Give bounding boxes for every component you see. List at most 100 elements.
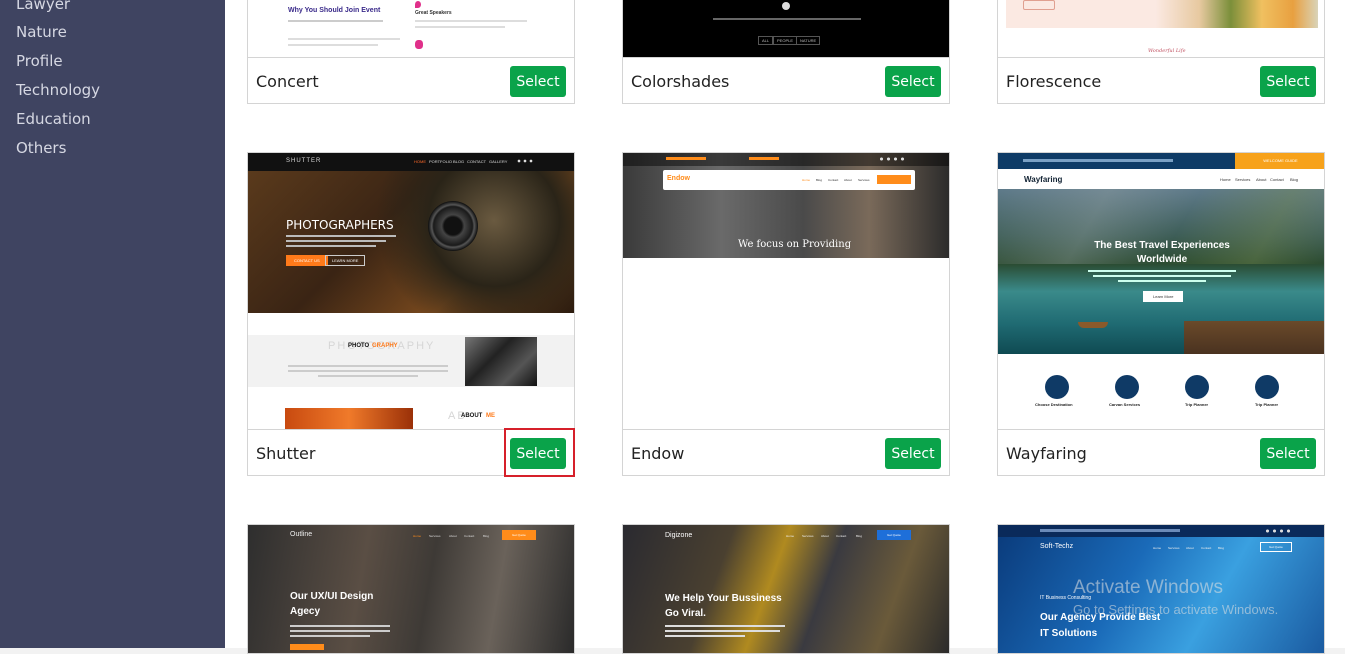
lake-hero-image: The Best Travel Experiences Worldwide Le… bbox=[998, 189, 1324, 354]
preview-nav-item: About bbox=[1256, 177, 1267, 182]
template-preview-colorshades[interactable]: ALL PEOPLE NATURE bbox=[623, 0, 949, 57]
hiker-icon bbox=[1255, 375, 1279, 399]
activate-windows-title: Activate Windows bbox=[1073, 577, 1223, 598]
template-card-wayfaring[interactable]: WELCOME GUIDE Wayfaring Home Services Ab… bbox=[997, 152, 1325, 476]
preview-nav-item: Contact bbox=[1201, 546, 1212, 550]
preview-filter-button: NATURE bbox=[796, 36, 821, 45]
preview-hero-title: Agecy bbox=[290, 606, 321, 617]
sidebar-item-nature[interactable]: Nature bbox=[16, 23, 67, 41]
preview-nav-item: About bbox=[449, 534, 457, 538]
paper-plane-icon bbox=[1185, 375, 1209, 399]
sidebar-item-education[interactable]: Education bbox=[16, 110, 91, 128]
preview-text-line bbox=[665, 625, 785, 627]
template-preview-shutter[interactable]: SHUTTER HOME PORTFOLIO BLOG CONTACT GALL… bbox=[248, 153, 574, 429]
template-name: Endow bbox=[631, 444, 685, 463]
select-button-endow[interactable]: Select bbox=[885, 438, 941, 469]
preview-section: PHOTOGRAPHY PHOTO GRAPHY bbox=[248, 335, 574, 387]
preview-hero-title: PHOTOGRAPHERS bbox=[286, 218, 394, 232]
preview-button: Get Quote bbox=[502, 530, 536, 540]
template-card-digizone[interactable]: Digizone Home Services About Contact Blo… bbox=[622, 524, 950, 654]
preview-nav-item: Services bbox=[802, 534, 814, 538]
selection-highlight bbox=[504, 428, 575, 477]
preview-hero-title: We Help Your Bussiness bbox=[665, 593, 782, 604]
preview-nav-item: Home bbox=[1153, 546, 1162, 550]
preview-feature-label: Trip Planner bbox=[1185, 402, 1209, 407]
preview-section-title: PHOTO bbox=[348, 343, 370, 349]
select-button-concert[interactable]: Select bbox=[510, 66, 566, 97]
template-name: Concert bbox=[256, 72, 319, 91]
preview-nav-item: Contact bbox=[1270, 177, 1284, 182]
preview-nav-item: Home bbox=[786, 534, 795, 538]
preview-heading: Why You Should Join Event bbox=[288, 7, 381, 14]
sunset-image bbox=[285, 408, 413, 429]
template-name: Colorshades bbox=[631, 72, 730, 91]
sidebar-item-others[interactable]: Others bbox=[16, 139, 66, 157]
template-card-colorshades[interactable]: ALL PEOPLE NATURE Colorshades Select bbox=[622, 0, 950, 104]
preview-nav-item: GALLERY bbox=[489, 159, 508, 164]
template-preview-outline[interactable]: Outline Home Services About Contact Blog… bbox=[248, 525, 574, 653]
preview-feature-label: Choose Destination bbox=[1035, 402, 1073, 407]
camera-photo-image bbox=[465, 337, 537, 386]
sidebar-item-technology[interactable]: Technology bbox=[16, 81, 100, 99]
template-preview-florescence[interactable]: Wonderful Life bbox=[998, 0, 1324, 57]
select-button-colorshades[interactable]: Select bbox=[885, 66, 941, 97]
template-card-florescence[interactable]: Wonderful Life Florescence Select bbox=[997, 0, 1325, 104]
card-footer: Colorshades Select bbox=[623, 57, 949, 103]
preview-logo: Endow bbox=[667, 175, 690, 182]
preview-logo: Soft-Techz bbox=[1040, 543, 1074, 550]
preview-text-line bbox=[286, 235, 396, 237]
phone-info bbox=[749, 157, 779, 160]
preview-text-line bbox=[288, 44, 378, 46]
preview-text-line bbox=[1093, 275, 1231, 277]
template-card-endow[interactable]: Endow Home Blog Contact About Services W… bbox=[622, 152, 950, 476]
preview-logo: Wayfaring bbox=[1024, 175, 1063, 184]
preview-section-title: ABOUT bbox=[461, 413, 483, 419]
preview-nav-item: BLOG bbox=[453, 159, 465, 164]
check-circle-icon bbox=[782, 2, 790, 10]
preview-text-line bbox=[290, 625, 390, 627]
preview-nav-item: HOME bbox=[414, 159, 426, 164]
preview-text-line bbox=[665, 635, 745, 637]
preview-button: Get Quote bbox=[1260, 542, 1292, 552]
preview-text-line bbox=[288, 370, 448, 372]
preview-nav-item: Services bbox=[1235, 177, 1251, 182]
preview-nav-item: Services bbox=[1168, 546, 1180, 550]
preview-nav-item: Contact bbox=[836, 534, 847, 538]
preview-nav-item: Home bbox=[1220, 177, 1231, 182]
preview-button: CONTACT US bbox=[286, 255, 328, 266]
template-card-concert[interactable]: Why You Should Join Event Great Speakers… bbox=[247, 0, 575, 104]
preview-text-line bbox=[286, 240, 386, 242]
preview-topbar: WELCOME GUIDE bbox=[998, 153, 1324, 169]
preview-feature-label: Carvan Services bbox=[1109, 402, 1141, 407]
preview-nav-item: Home bbox=[802, 178, 811, 182]
select-button-florescence[interactable]: Select bbox=[1260, 66, 1316, 97]
preview-nav-item: About bbox=[1186, 546, 1194, 550]
template-card-outline[interactable]: Outline Home Services About Contact Blog… bbox=[247, 524, 575, 654]
preview-hero-title: Worldwide bbox=[1136, 254, 1188, 265]
preview-subheading: Great Speakers bbox=[415, 10, 452, 16]
caravan-icon bbox=[1115, 375, 1139, 399]
preview-nav-item: About bbox=[821, 534, 829, 538]
select-button-wayfaring[interactable]: Select bbox=[1260, 438, 1316, 469]
template-preview-endow[interactable]: Endow Home Blog Contact About Services W… bbox=[623, 153, 949, 429]
preview-nav-item: Blog bbox=[1290, 177, 1299, 182]
preview-nav-item: Services bbox=[429, 534, 441, 538]
boat-image bbox=[1078, 322, 1108, 328]
template-preview-wayfaring[interactable]: WELCOME GUIDE Wayfaring Home Services Ab… bbox=[998, 153, 1324, 429]
preview-nav-item: Services bbox=[858, 178, 870, 182]
preview-nav-item: Blog bbox=[856, 534, 863, 538]
preview-text-line bbox=[288, 20, 383, 22]
preview-button bbox=[877, 175, 911, 184]
location-pin-icon bbox=[415, 1, 421, 8]
preview-nav-item: Contact bbox=[464, 534, 475, 538]
preview-text-line bbox=[665, 630, 780, 632]
preview-nav-item: CONTACT bbox=[467, 159, 487, 164]
preview-hero-title: Go Viral. bbox=[665, 608, 706, 619]
pier-image bbox=[1184, 321, 1324, 354]
template-preview-concert[interactable]: Why You Should Join Event Great Speakers bbox=[248, 0, 574, 57]
template-preview-digizone[interactable]: Digizone Home Services About Contact Blo… bbox=[623, 525, 949, 653]
sidebar-item-profile[interactable]: Profile bbox=[16, 52, 63, 70]
preview-button bbox=[1023, 0, 1055, 10]
sidebar-item-lawyer[interactable]: Lawyer bbox=[16, 0, 70, 13]
preview-text-line bbox=[415, 26, 505, 28]
